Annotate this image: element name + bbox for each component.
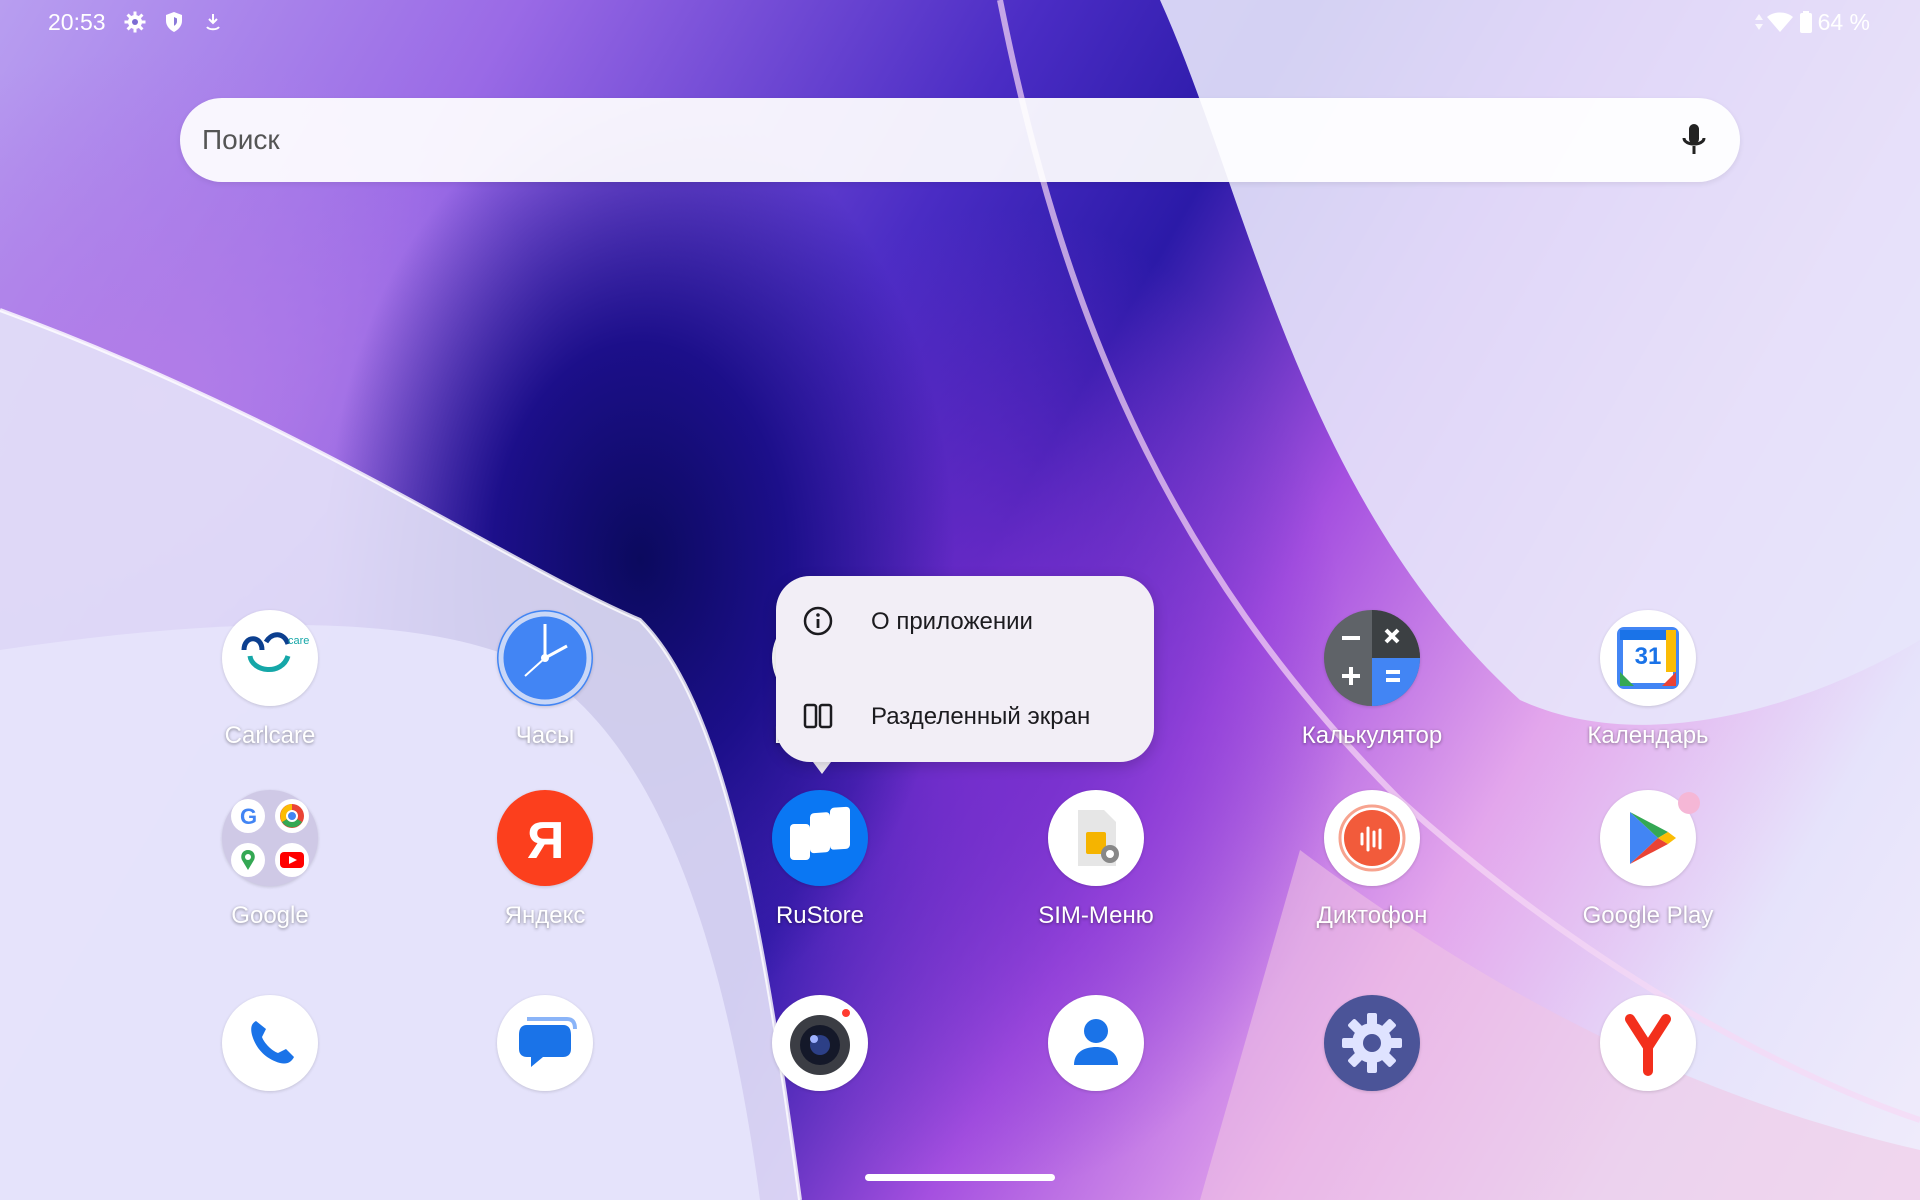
- calendar-icon: 31: [1600, 610, 1696, 706]
- search-bar[interactable]: Поиск: [180, 98, 1740, 182]
- rustore-icon: [772, 790, 868, 886]
- menu-label: О приложении: [871, 608, 1033, 635]
- messages-icon: [497, 995, 593, 1091]
- app-google-folder[interactable]: G Google: [150, 790, 390, 950]
- gear-icon: [124, 11, 146, 33]
- yandex-browser-icon: [1600, 995, 1696, 1091]
- download-icon: [206, 14, 220, 31]
- app-google-play[interactable]: Google Play: [1528, 790, 1768, 950]
- contacts-icon: [1048, 995, 1144, 1091]
- app-label: Яндекс: [504, 902, 586, 929]
- app-calendar[interactable]: 31 Календарь: [1528, 610, 1768, 770]
- svg-text:care: care: [288, 635, 309, 647]
- app-recorder[interactable]: Диктофон: [1252, 790, 1492, 950]
- settings-icon: [1324, 995, 1420, 1091]
- calendar-day: 31: [1634, 643, 1662, 670]
- app-label: Google: [231, 902, 309, 929]
- recorder-icon: [1324, 790, 1420, 886]
- menu-item-split-screen[interactable]: Разделенный экран: [776, 676, 1154, 756]
- app-contacts[interactable]: [976, 995, 1216, 1155]
- google-folder-icon: G: [222, 790, 318, 886]
- app-label: Carlcare: [224, 722, 316, 749]
- battery-icon: [1800, 11, 1812, 33]
- app-yandex[interactable]: Я Яндекс: [425, 790, 665, 950]
- menu-label: Разделенный экран: [871, 703, 1091, 730]
- calculator-icon: [1324, 610, 1420, 706]
- app-messages[interactable]: [425, 995, 665, 1155]
- app-camera[interactable]: [700, 995, 940, 1155]
- phone-icon: [222, 995, 318, 1091]
- app-phone[interactable]: [150, 995, 390, 1155]
- status-bar: 20:53 64 %: [0, 0, 1920, 44]
- app-yandex-browser[interactable]: [1528, 995, 1768, 1155]
- app-clock[interactable]: Часы: [425, 610, 665, 770]
- battery-percent: 64 %: [1817, 9, 1870, 35]
- split-screen-icon: [803, 703, 833, 729]
- svg-text:G: G: [240, 804, 257, 829]
- app-label: RuStore: [775, 902, 865, 929]
- status-time: 20:53: [48, 9, 106, 35]
- notification-dot: [1678, 792, 1700, 814]
- camera-icon: [772, 995, 868, 1091]
- menu-item-app-info[interactable]: О приложении: [776, 581, 1154, 661]
- app-label: Диктофон: [1316, 902, 1428, 929]
- gesture-nav-handle[interactable]: [865, 1174, 1055, 1181]
- svg-text:Я: Я: [527, 812, 564, 870]
- app-shortcut-menu: О приложении Разделенный экран: [776, 576, 1154, 762]
- app-sim-menu[interactable]: SIM-Меню: [976, 790, 1216, 950]
- app-settings[interactable]: [1252, 995, 1492, 1155]
- mic-icon[interactable]: [1672, 118, 1716, 162]
- info-icon: [803, 606, 833, 636]
- sim-menu-icon: [1048, 790, 1144, 886]
- app-rustore[interactable]: RuStore: [700, 790, 940, 950]
- yandex-icon: Я: [497, 790, 593, 886]
- search-placeholder: Поиск: [202, 124, 280, 155]
- clock-icon: [497, 610, 593, 706]
- app-label: Калькулятор: [1301, 722, 1443, 749]
- app-label: SIM-Меню: [1038, 902, 1154, 929]
- wifi-icon: [1767, 12, 1793, 32]
- data-arrows-icon: [1755, 14, 1763, 30]
- carlcare-icon: care: [222, 610, 318, 706]
- app-label: Google Play: [1582, 902, 1714, 929]
- app-label: Часы: [515, 722, 575, 749]
- app-label: Календарь: [1587, 722, 1709, 749]
- app-carlcare[interactable]: care Carlcare: [150, 610, 390, 770]
- shield-icon: [166, 12, 182, 32]
- app-calculator[interactable]: Калькулятор: [1252, 610, 1492, 770]
